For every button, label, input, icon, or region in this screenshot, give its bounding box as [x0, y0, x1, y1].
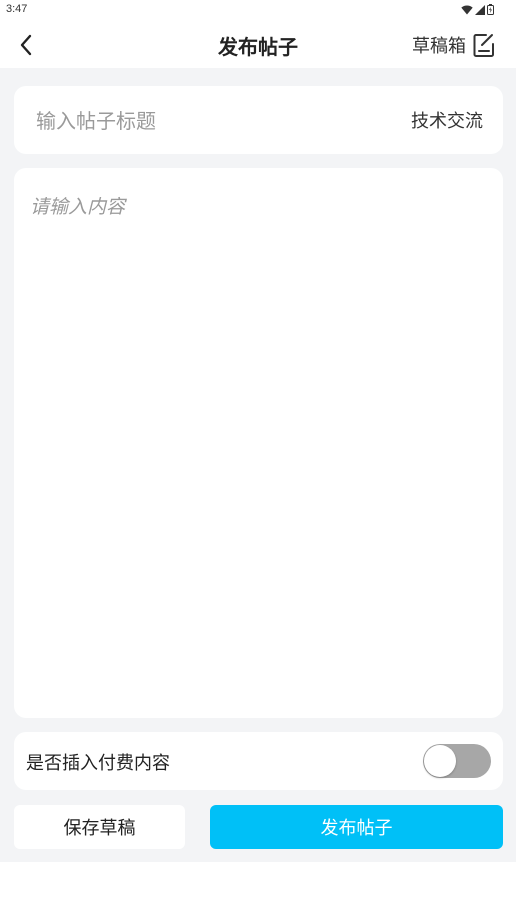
- paid-content-toggle[interactable]: [423, 744, 491, 778]
- paid-content-row: 是否插入付费内容: [14, 732, 503, 790]
- edit-note-icon: [473, 34, 494, 57]
- drafts-label: 草稿箱: [412, 36, 466, 57]
- content-card: [14, 168, 503, 718]
- drafts-button[interactable]: 草稿箱: [412, 30, 496, 60]
- content-area: 技术交流 是否插入付费内容 保存草稿 发布帖子: [0, 68, 516, 862]
- status-icons: [461, 4, 494, 15]
- publish-button[interactable]: 发布帖子: [210, 805, 503, 849]
- post-content-input[interactable]: [28, 190, 492, 704]
- status-bar: 3:47: [0, 0, 516, 22]
- post-title-input[interactable]: [34, 104, 368, 138]
- toggle-knob: [424, 745, 456, 777]
- paid-content-label: 是否插入付费内容: [26, 753, 170, 774]
- category-selector[interactable]: 技术交流: [411, 107, 483, 133]
- title-card: 技术交流: [14, 86, 503, 154]
- status-time: 3:47: [6, 3, 28, 15]
- wifi-icon: [461, 4, 473, 14]
- battery-icon: [487, 4, 494, 15]
- signal-icon: [475, 4, 485, 15]
- app-bar: 发布帖子 草稿箱: [0, 22, 516, 68]
- save-draft-button[interactable]: 保存草稿: [14, 805, 185, 849]
